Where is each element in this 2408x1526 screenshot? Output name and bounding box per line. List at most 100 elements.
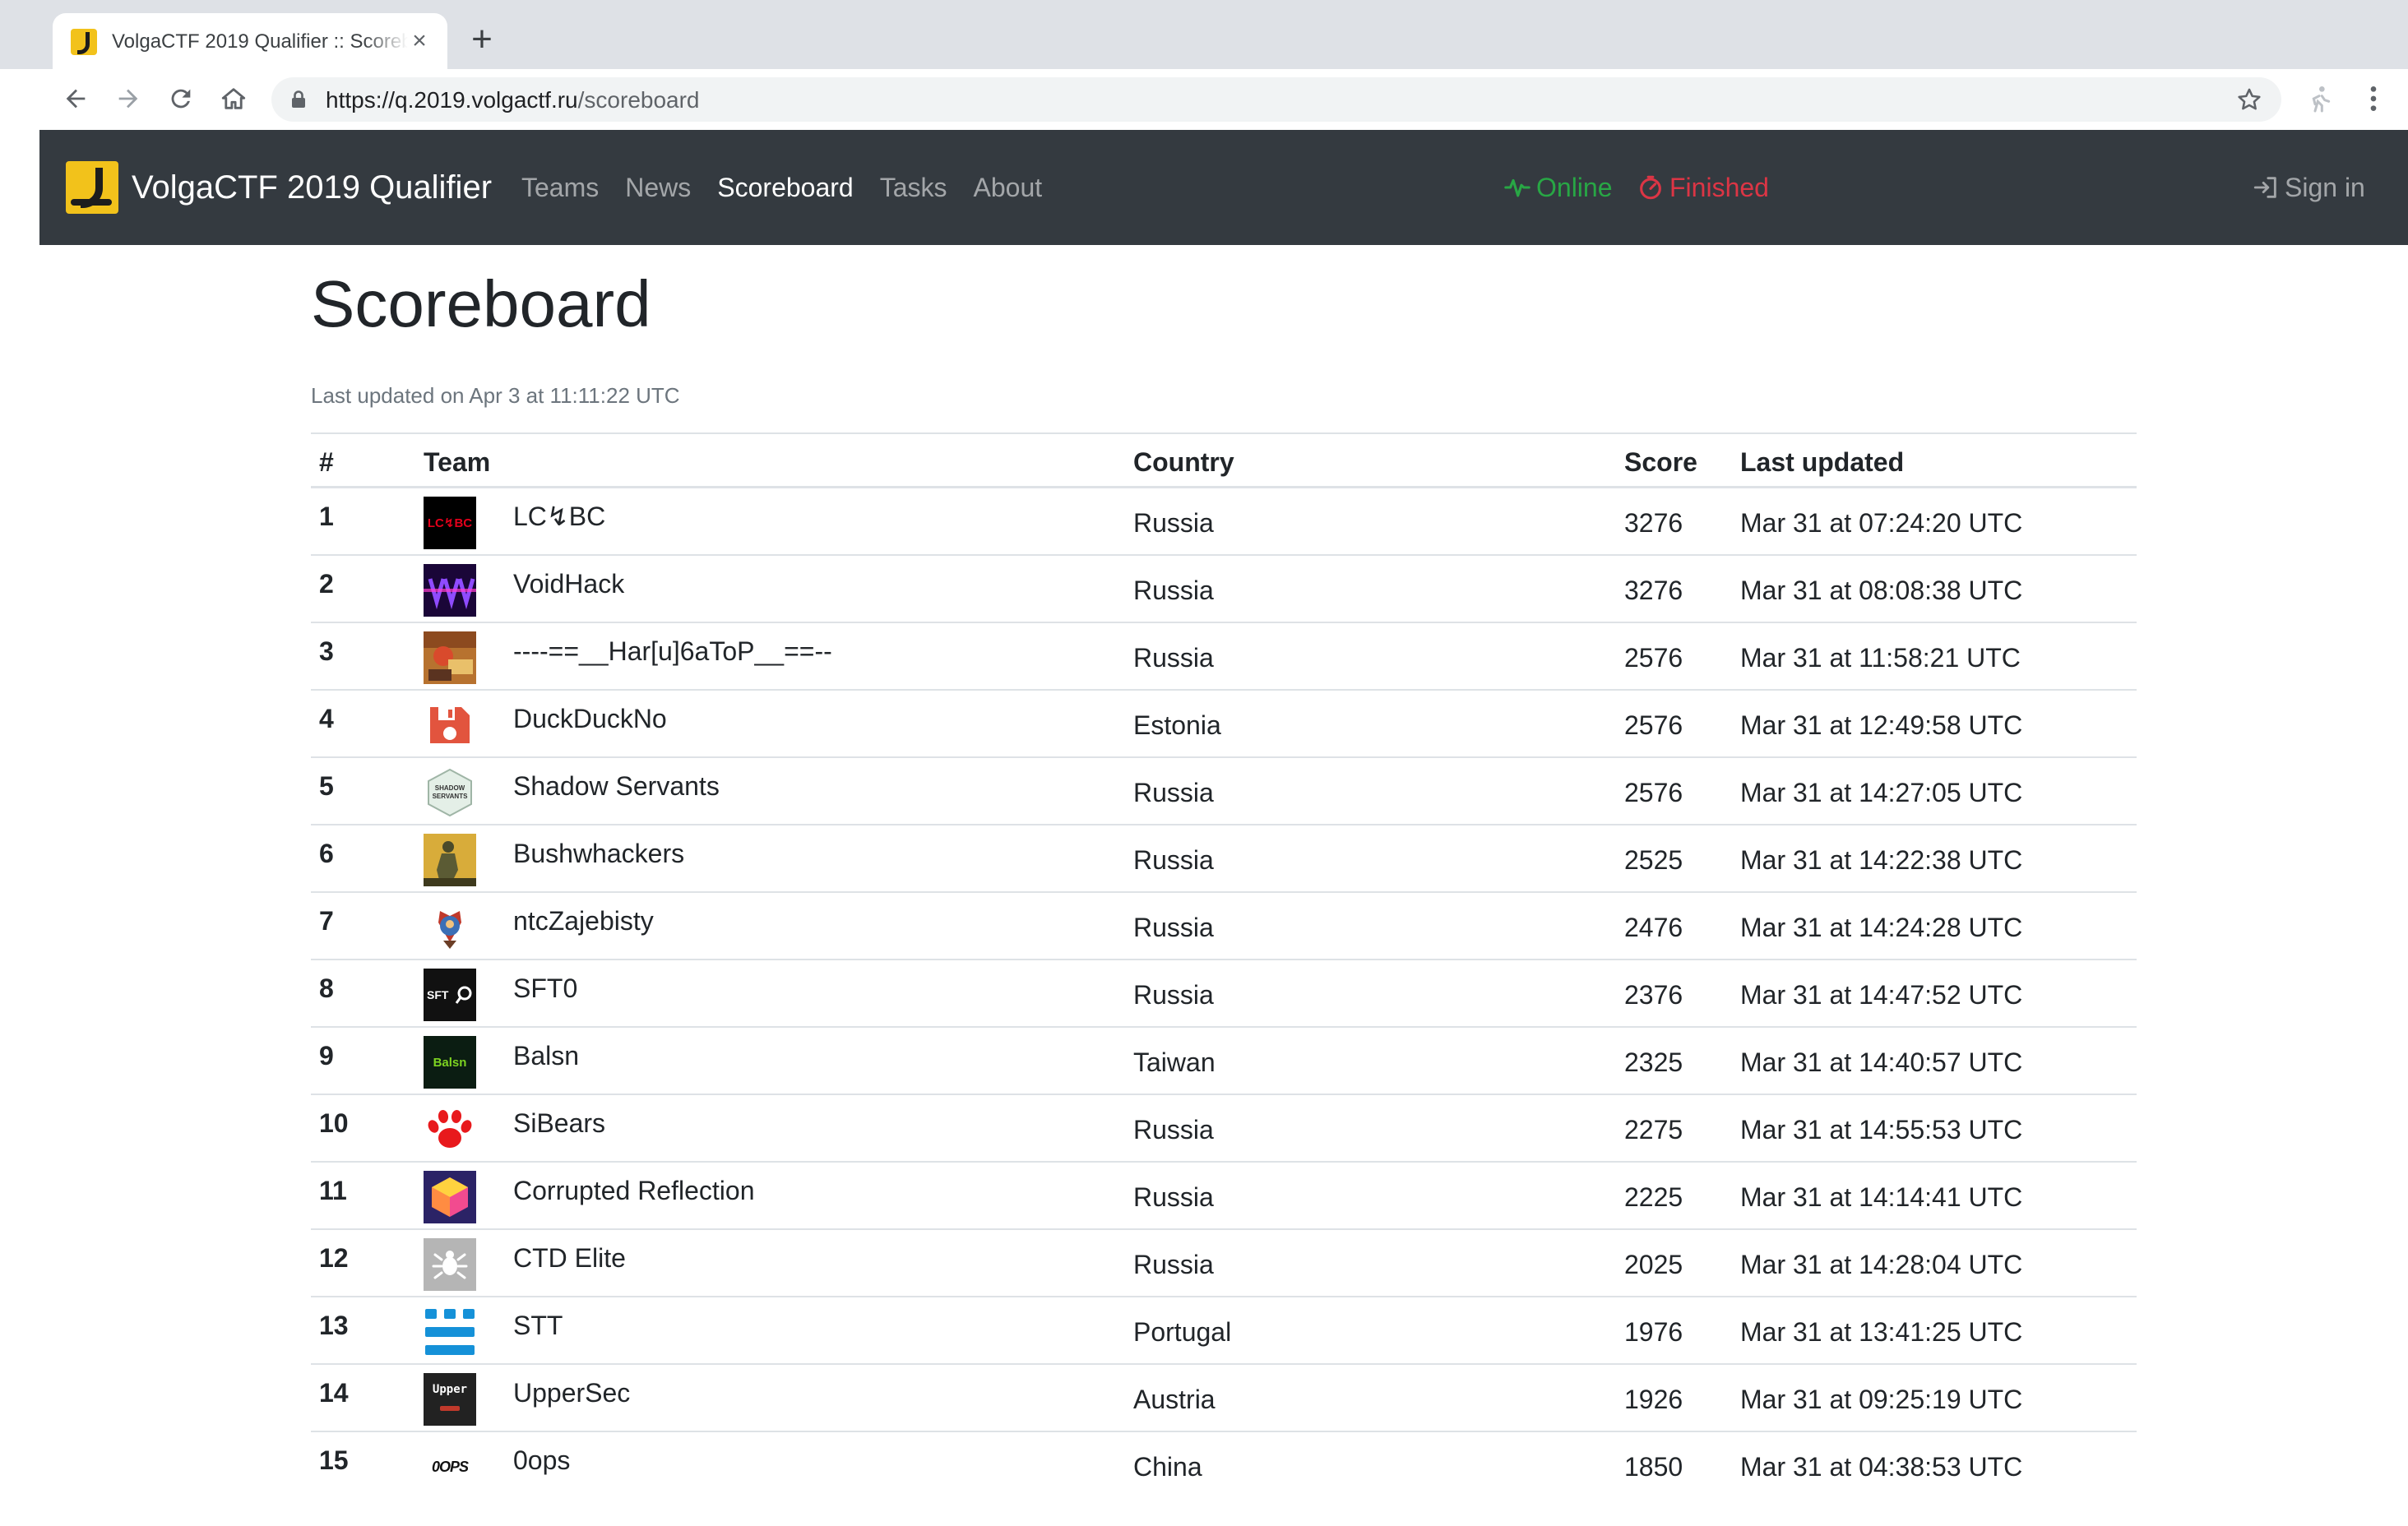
home-button[interactable]	[215, 81, 252, 117]
team-logo-sft0-icon: SFT	[424, 969, 476, 1021]
sign-in-label: Sign in	[2285, 173, 2365, 202]
header-rank: #	[319, 447, 334, 477]
team-last-updated: Mar 31 at 07:24:20 UTC	[1740, 508, 2023, 538]
extension-icon[interactable]	[2303, 82, 2336, 115]
sign-in-link[interactable]: Sign in	[2252, 171, 2365, 204]
table-row: 1 LC↯BC LC↯BC Russia 3276 Mar 31 at 07:2…	[311, 488, 2137, 556]
team-logo-lcbc-icon: LC↯BC	[424, 497, 476, 549]
table-row: 13 STT Portugal 1976 Mar 31 at 13:41:25 …	[311, 1297, 2137, 1365]
table-row: 15 0OPS 0ops China 1850 Mar 31 at 04:38:…	[311, 1432, 2137, 1500]
table-row: 6 Bushwhackers Russia 2525 Mar 31 at 14:…	[311, 825, 2137, 893]
team-country: Russia	[1133, 1182, 1214, 1212]
team-last-updated: Mar 31 at 08:08:38 UTC	[1740, 576, 2023, 605]
sign-in-icon	[2253, 177, 2276, 198]
team-logo-duckduckno-icon	[424, 699, 476, 751]
team-last-updated: Mar 31 at 14:22:38 UTC	[1740, 845, 2023, 875]
scoreboard-table: # Team Country Score Last updated 1 LC↯B…	[311, 432, 2137, 1500]
team-name-link[interactable]: 0ops	[513, 1444, 570, 1477]
team-score: 1850	[1624, 1452, 1683, 1482]
nav-link-scoreboard[interactable]: Scoreboard	[717, 171, 853, 204]
team-country: Russia	[1133, 1250, 1214, 1279]
team-logo-ntczajebisty-icon	[424, 901, 476, 954]
team-name-link[interactable]: SFT0	[513, 972, 577, 1005]
volgactf-logo-icon[interactable]	[66, 161, 118, 214]
address-bar[interactable]: https://q.2019.volgactf.ru/scoreboard	[271, 77, 2281, 122]
nav-link-about[interactable]: About	[974, 171, 1043, 204]
team-score: 2525	[1624, 845, 1683, 875]
team-rank: 14	[319, 1378, 349, 1408]
team-name-link[interactable]: UpperSec	[513, 1376, 630, 1409]
team-name-link[interactable]: Bushwhackers	[513, 837, 684, 870]
forward-button[interactable]	[110, 81, 146, 117]
team-name-link[interactable]: LC↯BC	[513, 500, 605, 533]
team-logo-0ops-icon: 0OPS	[424, 1440, 476, 1493]
team-rank: 4	[319, 704, 334, 733]
team-score: 2476	[1624, 913, 1683, 942]
table-row: 14 Upper UpperSec Austria 1926 Mar 31 at…	[311, 1365, 2137, 1432]
team-name-link[interactable]: VoidHack	[513, 567, 624, 600]
forward-arrow-icon	[118, 89, 138, 109]
team-score: 1976	[1624, 1317, 1683, 1347]
brand-name[interactable]: VolgaCTF 2019 Qualifier	[132, 168, 492, 207]
team-name-link[interactable]: STT	[513, 1309, 563, 1342]
back-button[interactable]	[58, 81, 94, 117]
nav-link-news[interactable]: News	[625, 171, 691, 204]
site-favicon-icon	[71, 29, 97, 55]
team-country: Portugal	[1133, 1317, 1232, 1347]
reload-button[interactable]	[163, 81, 199, 117]
url-text: https://q.2019.volgactf.ru/scoreboard	[326, 87, 700, 113]
header-score: Score	[1624, 447, 1697, 477]
team-last-updated: Mar 31 at 09:25:19 UTC	[1740, 1385, 2023, 1414]
header-team: Team	[424, 447, 491, 477]
team-last-updated: Mar 31 at 04:38:53 UTC	[1740, 1452, 2023, 1482]
team-score: 2325	[1624, 1047, 1683, 1077]
team-country: Russia	[1133, 576, 1214, 605]
team-logo-uppersec-icon: Upper	[424, 1373, 476, 1426]
team-rank: 7	[319, 906, 334, 936]
nav-link-tasks[interactable]: Tasks	[880, 171, 947, 204]
nav-link-teams[interactable]: Teams	[521, 171, 599, 204]
team-rank: 8	[319, 973, 334, 1003]
pulse-icon	[1504, 178, 1530, 197]
browser-toolbar: https://q.2019.volgactf.ru/scoreboard	[0, 69, 2408, 127]
team-name-link[interactable]: ntcZajebisty	[513, 904, 654, 937]
header-country: Country	[1133, 447, 1234, 477]
table-row: 7 ntcZajebisty Russia 2476 Mar 31 at 14:…	[311, 893, 2137, 960]
team-name-link[interactable]: Shadow Servants	[513, 770, 720, 802]
team-rank: 1	[319, 502, 334, 531]
table-row: 2 VoidHack Russia 3276 Mar 31 at 08:08:3…	[311, 556, 2137, 623]
team-name-link[interactable]: CTD Elite	[513, 1242, 626, 1274]
close-tab-icon[interactable]: ×	[406, 28, 433, 54]
team-name-link[interactable]: ----==__Har[u]6aToP__==--	[513, 635, 832, 668]
team-rank: 10	[319, 1108, 349, 1138]
team-name-link[interactable]: Corrupted Reflection	[513, 1174, 754, 1207]
team-logo-balsn-icon: Balsn	[424, 1036, 476, 1089]
table-row: 10 SiBears Russia 2275 Mar 31 at 14:55:5…	[311, 1095, 2137, 1163]
nav-links: Teams News Scoreboard Tasks About	[521, 171, 1042, 204]
team-country: Russia	[1133, 1115, 1214, 1144]
team-score: 2576	[1624, 778, 1683, 807]
team-rank: 13	[319, 1311, 349, 1340]
lock-icon	[292, 90, 305, 108]
team-rank: 11	[319, 1176, 347, 1205]
team-last-updated: Mar 31 at 14:27:05 UTC	[1740, 778, 2023, 807]
browser-menu-icon[interactable]	[2357, 82, 2390, 115]
new-tab-button[interactable]: +	[464, 21, 500, 59]
reload-icon	[171, 89, 191, 109]
table-row: 11 Corrupted Reflection Russia 2225 Mar …	[311, 1163, 2137, 1230]
table-row: 9 Balsn Balsn Taiwan 2325 Mar 31 at 14:4…	[311, 1028, 2137, 1095]
team-country: Russia	[1133, 778, 1214, 807]
team-name-link[interactable]: SiBears	[513, 1107, 605, 1140]
table-row: 8 SFT SFT0 Russia 2376 Mar 31 at 14:47:5…	[311, 960, 2137, 1028]
browser-tab[interactable]: VolgaCTF 2019 Qualifier :: Scoreboard ×	[53, 13, 447, 69]
team-logo-stt-icon	[424, 1306, 476, 1358]
team-last-updated: Mar 31 at 14:47:52 UTC	[1740, 980, 2023, 1010]
site-navbar: VolgaCTF 2019 Qualifier Teams News Score…	[39, 130, 2408, 245]
team-rank: 9	[319, 1041, 334, 1071]
team-name-link[interactable]: DuckDuckNo	[513, 702, 667, 735]
team-name-link[interactable]: Balsn	[513, 1039, 579, 1072]
table-header: # Team Country Score Last updated	[311, 432, 2137, 488]
team-rank: 2	[319, 569, 334, 599]
bookmark-star-icon[interactable]	[2235, 86, 2263, 113]
team-country: Taiwan	[1133, 1047, 1216, 1077]
